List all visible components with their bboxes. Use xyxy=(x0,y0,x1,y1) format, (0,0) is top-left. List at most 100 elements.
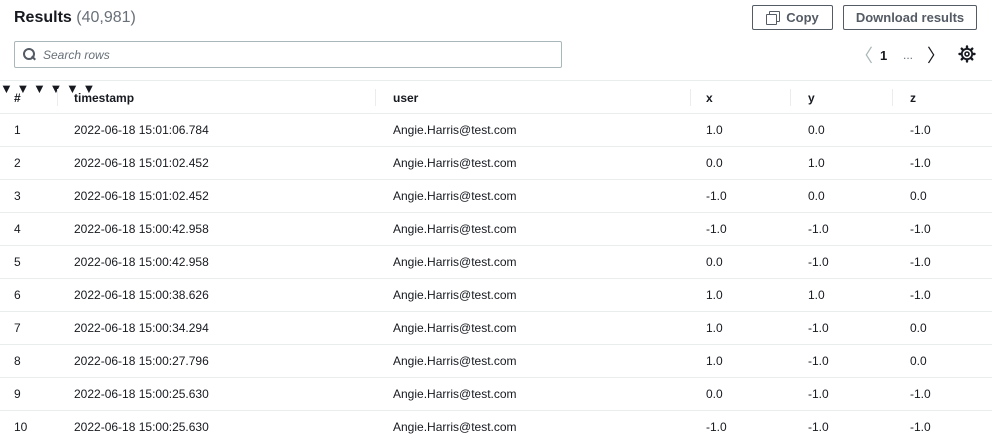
search-rows-field[interactable] xyxy=(14,41,562,68)
cell-z: -1.0 xyxy=(910,222,931,236)
cell-z: -1.0 xyxy=(910,123,931,137)
column-header-label: # xyxy=(14,90,21,105)
cell-z: 0.0 xyxy=(910,189,927,203)
gear-icon[interactable] xyxy=(958,45,976,63)
table-body: 1 2022-06-18 15:01:06.784 Angie.Harris@t… xyxy=(0,114,992,442)
cell-user: Angie.Harris@test.com xyxy=(393,420,517,434)
copy-icon xyxy=(766,10,781,25)
sort-caret-icon[interactable]: ▼ xyxy=(33,81,46,96)
column-header-y[interactable]: y xyxy=(808,81,815,114)
column-header-label: timestamp xyxy=(74,90,135,105)
column-header-timestamp[interactable]: timestamp xyxy=(74,81,134,114)
next-page-button[interactable]: 〉 xyxy=(927,44,945,66)
column-header-label: x xyxy=(706,90,713,105)
cell-user: Angie.Harris@test.com xyxy=(393,354,517,368)
column-header-index[interactable]: # xyxy=(14,81,21,114)
cell-timestamp: 2022-06-18 15:00:38.626 xyxy=(74,288,209,302)
cell-x: 1.0 xyxy=(706,321,723,335)
cell-z: 0.0 xyxy=(910,354,927,368)
results-title: Results (40,981) xyxy=(14,9,136,27)
cell-index: 9 xyxy=(14,387,21,401)
cell-x: 1.0 xyxy=(706,123,723,137)
results-header: Results (40,981) Copy Download results xyxy=(0,0,992,36)
current-page-number[interactable]: 1 xyxy=(880,44,887,66)
cell-x: -1.0 xyxy=(706,189,727,203)
cell-timestamp: 2022-06-18 15:01:06.784 xyxy=(74,123,209,137)
cell-user: Angie.Harris@test.com xyxy=(393,222,517,236)
cell-index: 8 xyxy=(14,354,21,368)
column-header-x[interactable]: x xyxy=(706,81,713,114)
cell-user: Angie.Harris@test.com xyxy=(393,123,517,137)
column-divider[interactable] xyxy=(892,89,893,106)
cell-y: -1.0 xyxy=(808,354,829,368)
table-row[interactable]: 2 2022-06-18 15:01:02.452 Angie.Harris@t… xyxy=(0,147,992,180)
cell-index: 5 xyxy=(14,255,21,269)
pagination-ellipsis: ... xyxy=(903,48,914,62)
cell-timestamp: 2022-06-18 15:01:02.452 xyxy=(74,189,209,203)
results-count: (40,981) xyxy=(76,9,136,26)
column-divider[interactable] xyxy=(57,89,58,106)
cell-x: 0.0 xyxy=(706,387,723,401)
cell-y: -1.0 xyxy=(808,387,829,401)
table-row[interactable]: 1 2022-06-18 15:01:06.784 Angie.Harris@t… xyxy=(0,114,992,147)
cell-index: 3 xyxy=(14,189,21,203)
table-row[interactable]: 6 2022-06-18 15:00:38.626 Angie.Harris@t… xyxy=(0,279,992,312)
table-row[interactable]: 9 2022-06-18 15:00:25.630 Angie.Harris@t… xyxy=(0,378,992,411)
results-title-label: Results xyxy=(14,9,72,26)
results-table: # ▼ timestamp ▼ user ▼ x ▼ y ▼ z ▼ 1 202… xyxy=(0,80,992,442)
table-row[interactable]: 8 2022-06-18 15:00:27.796 Angie.Harris@t… xyxy=(0,345,992,378)
sort-caret-icon[interactable]: ▼ xyxy=(50,81,63,96)
cell-timestamp: 2022-06-18 15:00:42.958 xyxy=(74,222,209,236)
table-row[interactable]: 3 2022-06-18 15:01:02.452 Angie.Harris@t… xyxy=(0,180,992,213)
cell-y: 0.0 xyxy=(808,123,825,137)
cell-user: Angie.Harris@test.com xyxy=(393,321,517,335)
cell-z: -1.0 xyxy=(910,156,931,170)
cell-user: Angie.Harris@test.com xyxy=(393,288,517,302)
table-row[interactable]: 7 2022-06-18 15:00:34.294 Angie.Harris@t… xyxy=(0,312,992,345)
column-divider[interactable] xyxy=(375,89,376,106)
cell-index: 10 xyxy=(14,420,28,434)
sort-caret-icon[interactable]: ▼ xyxy=(0,81,13,96)
search-input[interactable] xyxy=(43,45,543,64)
cell-index: 4 xyxy=(14,222,21,236)
download-results-label: Download results xyxy=(855,10,965,25)
cell-index: 2 xyxy=(14,156,21,170)
cell-index: 6 xyxy=(14,288,21,302)
column-divider[interactable] xyxy=(690,89,691,106)
cell-y: -1.0 xyxy=(808,321,829,335)
cell-y: -1.0 xyxy=(808,255,829,269)
cell-index: 1 xyxy=(14,123,21,137)
column-header-label: user xyxy=(393,90,419,105)
cell-timestamp: 2022-06-18 15:00:34.294 xyxy=(74,321,209,335)
cell-x: 1.0 xyxy=(706,288,723,302)
cell-y: -1.0 xyxy=(808,420,829,434)
cell-y: -1.0 xyxy=(808,222,829,236)
cell-z: -1.0 xyxy=(910,288,931,302)
cell-y: 0.0 xyxy=(808,189,825,203)
cell-timestamp: 2022-06-18 15:00:25.630 xyxy=(74,420,209,434)
cell-user: Angie.Harris@test.com xyxy=(393,387,517,401)
copy-button[interactable]: Copy xyxy=(752,5,833,30)
column-header-user[interactable]: user xyxy=(393,81,418,114)
previous-page-button[interactable]: 〈 xyxy=(855,44,873,66)
cell-timestamp: 2022-06-18 15:00:25.630 xyxy=(74,387,209,401)
cell-z: -1.0 xyxy=(910,255,931,269)
column-header-label: y xyxy=(808,90,815,105)
table-header: # ▼ timestamp ▼ user ▼ x ▼ y ▼ z ▼ xyxy=(0,80,992,114)
cell-y: 1.0 xyxy=(808,156,825,170)
cell-x: 1.0 xyxy=(706,354,723,368)
table-row[interactable]: 10 2022-06-18 15:00:25.630 Angie.Harris@… xyxy=(0,411,992,442)
cell-timestamp: 2022-06-18 15:00:27.796 xyxy=(74,354,209,368)
search-icon xyxy=(23,48,36,61)
cell-user: Angie.Harris@test.com xyxy=(393,189,517,203)
column-header-z[interactable]: z xyxy=(910,81,916,114)
table-row[interactable]: 4 2022-06-18 15:00:42.958 Angie.Harris@t… xyxy=(0,213,992,246)
cell-x: -1.0 xyxy=(706,222,727,236)
download-results-button[interactable]: Download results xyxy=(843,5,977,30)
copy-button-label: Copy xyxy=(786,10,819,25)
column-divider[interactable] xyxy=(790,89,791,106)
cell-z: 0.0 xyxy=(910,321,927,335)
cell-index: 7 xyxy=(14,321,21,335)
table-row[interactable]: 5 2022-06-18 15:00:42.958 Angie.Harris@t… xyxy=(0,246,992,279)
cell-user: Angie.Harris@test.com xyxy=(393,255,517,269)
